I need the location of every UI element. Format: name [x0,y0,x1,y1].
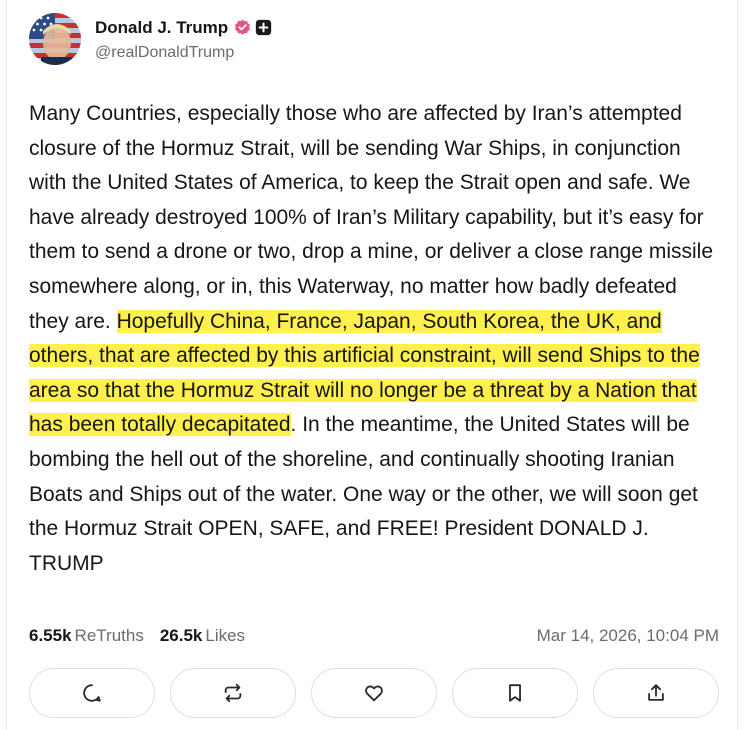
retruth-button[interactable] [170,668,296,718]
retruth-icon [224,683,242,703]
reply-icon [83,684,101,702]
plus-badge-icon [256,19,272,36]
like-icon [365,685,383,702]
share-icon [648,684,664,701]
action-bar [29,668,719,720]
like-button[interactable] [311,668,437,718]
author-identity: Donald J. Trump @realDonaldTrump [95,17,272,62]
avatar[interactable] [29,13,81,65]
share-button[interactable] [593,668,719,718]
post-header: Donald J. Trump @realDonaldTrump [29,13,272,65]
retruths-count[interactable]: 6.55k [29,626,72,646]
reply-button[interactable] [29,668,155,718]
author-handle[interactable]: @realDonaldTrump [95,44,272,62]
post-body: Many Countries, especially those who are… [29,97,719,581]
post-text-end: . In the meantime, the United States wil… [29,413,698,575]
verified-badge-icon [235,19,251,35]
post-card: Donald J. Trump @realDonaldTrump Many Co… [6,0,738,730]
name-row: Donald J. Trump [95,17,272,39]
post-timestamp[interactable]: Mar 14, 2026, 10:04 PM [537,626,719,646]
bookmark-icon [509,684,521,702]
likes-label[interactable]: Likes [205,626,245,646]
post-text: Many Countries, especially those who are… [29,102,714,333]
post-stats: 6.55k ReTruths 26.5k Likes Mar 14, 2026,… [29,624,719,648]
likes-count[interactable]: 26.5k [160,626,203,646]
author-name[interactable]: Donald J. Trump [95,18,228,38]
retruths-label[interactable]: ReTruths [75,626,144,646]
bookmark-button[interactable] [452,668,578,718]
